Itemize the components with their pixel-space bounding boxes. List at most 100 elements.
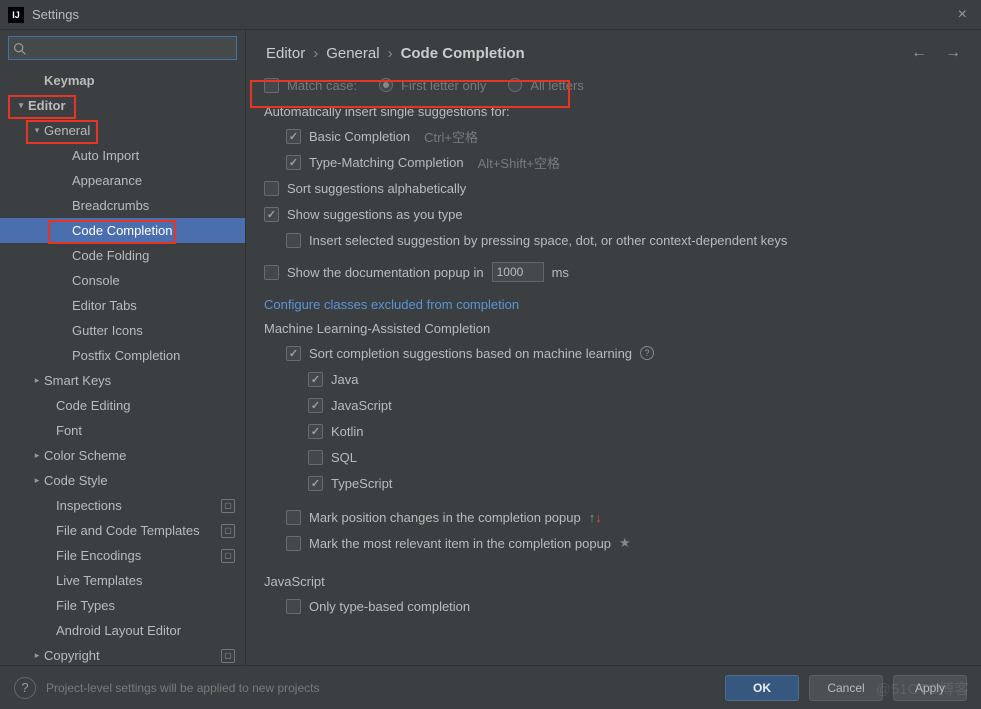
- ml-sql-checkbox[interactable]: [308, 450, 323, 465]
- sidebar-item-postfix-completion[interactable]: Postfix Completion: [0, 343, 245, 368]
- ml-java-checkbox[interactable]: [308, 372, 323, 387]
- sidebar-item-gutter-icons[interactable]: Gutter Icons: [0, 318, 245, 343]
- sidebar-item-label: Code Style: [44, 473, 235, 488]
- sidebar-item-android-layout-editor[interactable]: Android Layout Editor: [0, 618, 245, 643]
- search-box[interactable]: [8, 36, 237, 60]
- star-icon: ★: [619, 535, 631, 551]
- doc-delay-input[interactable]: [492, 262, 544, 282]
- sidebar-item-copyright[interactable]: ▸Copyright▢: [0, 643, 245, 665]
- sidebar-item-file-types[interactable]: File Types: [0, 593, 245, 618]
- sidebar-item-live-templates[interactable]: Live Templates: [0, 568, 245, 593]
- sidebar-item-label: Color Scheme: [44, 448, 235, 463]
- project-scope-icon: ▢: [221, 549, 235, 563]
- show-suggestions-checkbox[interactable]: [264, 207, 279, 222]
- chevron-icon: ▸: [30, 475, 44, 486]
- show-suggestions-label: Show suggestions as you type: [287, 207, 463, 222]
- app-icon: IJ: [8, 7, 24, 23]
- sidebar-item-inspections[interactable]: Inspections▢: [0, 493, 245, 518]
- sidebar-item-keymap[interactable]: Keymap: [0, 68, 245, 93]
- forward-icon[interactable]: →: [945, 44, 961, 62]
- mark-relevant-checkbox[interactable]: [286, 536, 301, 551]
- sort-alpha-label: Sort suggestions alphabetically: [287, 181, 466, 196]
- settings-panel: Match case: First letter only All letter…: [246, 72, 981, 665]
- ml-kotlin-label: Kotlin: [331, 424, 364, 439]
- type-shortcut: Alt+Shift+空格: [478, 153, 560, 172]
- sidebar-item-font[interactable]: Font: [0, 418, 245, 443]
- sidebar-item-general[interactable]: ▾General: [0, 118, 245, 143]
- sidebar-item-console[interactable]: Console: [0, 268, 245, 293]
- ok-button[interactable]: OK: [725, 675, 799, 701]
- window-title: Settings: [32, 7, 79, 22]
- back-icon[interactable]: ←: [911, 44, 927, 62]
- insert-selected-checkbox[interactable]: [286, 233, 301, 248]
- sidebar-item-label: Editor: [28, 98, 235, 113]
- project-scope-icon: ▢: [221, 524, 235, 538]
- apply-button[interactable]: Apply: [893, 675, 967, 701]
- project-scope-icon: ▢: [221, 649, 235, 663]
- sidebar-item-label: Keymap: [44, 73, 235, 88]
- sidebar-item-editor[interactable]: ▾Editor: [0, 93, 245, 118]
- sidebar-item-label: Breadcrumbs: [72, 198, 235, 213]
- radio-first-letter[interactable]: [379, 78, 393, 92]
- ml-js-label: JavaScript: [331, 398, 392, 413]
- type-matching-checkbox[interactable]: [286, 155, 301, 170]
- footer: ? Project-level settings will be applied…: [0, 665, 981, 709]
- sidebar-item-label: Code Completion: [72, 223, 235, 238]
- help-icon[interactable]: ?: [640, 346, 654, 360]
- breadcrumb-general[interactable]: General: [326, 45, 379, 62]
- insert-selected-label: Insert selected suggestion by pressing s…: [309, 233, 787, 248]
- search-input[interactable]: [30, 41, 232, 56]
- sidebar-item-label: Auto Import: [72, 148, 235, 163]
- ml-sort-label: Sort completion suggestions based on mac…: [309, 346, 632, 361]
- radio-all-label: All letters: [530, 78, 583, 93]
- breadcrumb: Editor › General › Code Completion ← →: [246, 30, 981, 72]
- cancel-button[interactable]: Cancel: [809, 675, 883, 701]
- sidebar-item-label: Gutter Icons: [72, 323, 235, 338]
- sidebar-item-code-style[interactable]: ▸Code Style: [0, 468, 245, 493]
- sidebar-item-breadcrumbs[interactable]: Breadcrumbs: [0, 193, 245, 218]
- sidebar-item-auto-import[interactable]: Auto Import: [0, 143, 245, 168]
- sidebar-item-code-editing[interactable]: Code Editing: [0, 393, 245, 418]
- close-icon[interactable]: ×: [952, 6, 973, 24]
- help-button[interactable]: ?: [14, 677, 36, 699]
- sidebar-item-label: Font: [56, 423, 235, 438]
- project-scope-icon: ▢: [221, 499, 235, 513]
- js-heading: JavaScript: [264, 570, 963, 593]
- mark-position-checkbox[interactable]: [286, 510, 301, 525]
- content-panel: Editor › General › Code Completion ← → M…: [246, 30, 981, 665]
- match-case-checkbox[interactable]: [264, 78, 279, 93]
- sidebar-item-label: General: [44, 123, 235, 138]
- mark-relevant-label: Mark the most relevant item in the compl…: [309, 536, 611, 551]
- only-type-label: Only type-based completion: [309, 599, 470, 614]
- sidebar-item-file-and-code-templates[interactable]: File and Code Templates▢: [0, 518, 245, 543]
- mark-position-label: Mark position changes in the completion …: [309, 510, 581, 525]
- sidebar-item-code-completion[interactable]: Code Completion: [0, 218, 245, 243]
- sidebar-item-label: Postfix Completion: [72, 348, 235, 363]
- sidebar-item-label: Smart Keys: [44, 373, 235, 388]
- auto-insert-heading: Automatically insert single suggestions …: [264, 100, 963, 123]
- ml-kotlin-checkbox[interactable]: [308, 424, 323, 439]
- sidebar-item-label: File and Code Templates: [56, 523, 221, 538]
- radio-all-letters[interactable]: [508, 78, 522, 92]
- sidebar-item-file-encodings[interactable]: File Encodings▢: [0, 543, 245, 568]
- match-case-label: Match case:: [287, 78, 357, 93]
- ml-sort-checkbox[interactable]: [286, 346, 301, 361]
- sidebar-item-editor-tabs[interactable]: Editor Tabs: [0, 293, 245, 318]
- search-icon: [13, 42, 26, 55]
- sidebar-item-appearance[interactable]: Appearance: [0, 168, 245, 193]
- sort-alpha-checkbox[interactable]: [264, 181, 279, 196]
- breadcrumb-editor[interactable]: Editor: [266, 45, 305, 62]
- only-type-checkbox[interactable]: [286, 599, 301, 614]
- ml-js-checkbox[interactable]: [308, 398, 323, 413]
- basic-completion-checkbox[interactable]: [286, 129, 301, 144]
- sidebar-item-label: Inspections: [56, 498, 221, 513]
- sidebar-item-code-folding[interactable]: Code Folding: [0, 243, 245, 268]
- footer-hint: Project-level settings will be applied t…: [46, 681, 319, 695]
- chevron-icon: ▸: [30, 375, 44, 386]
- sidebar-item-smart-keys[interactable]: ▸Smart Keys: [0, 368, 245, 393]
- ml-ts-checkbox[interactable]: [308, 476, 323, 491]
- sidebar-item-color-scheme[interactable]: ▸Color Scheme: [0, 443, 245, 468]
- ml-sql-label: SQL: [331, 450, 357, 465]
- configure-excluded-link[interactable]: Configure classes excluded from completi…: [264, 297, 519, 312]
- show-doc-checkbox[interactable]: [264, 265, 279, 280]
